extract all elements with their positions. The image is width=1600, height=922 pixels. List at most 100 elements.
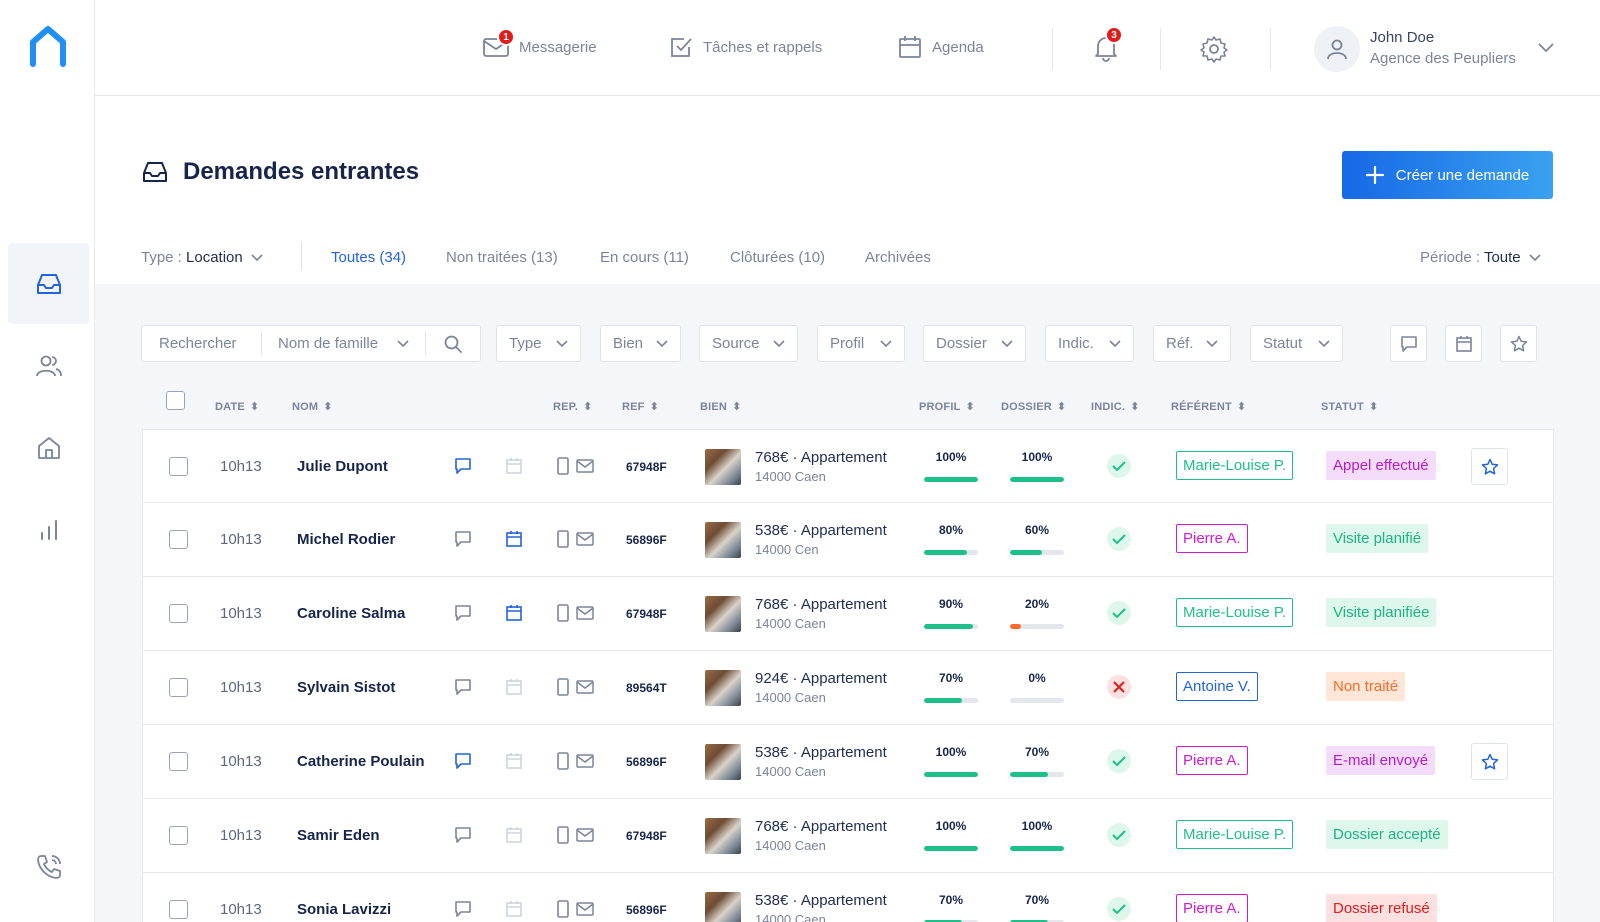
- search-button[interactable]: [426, 335, 480, 353]
- chevron-down-icon[interactable]: [1538, 43, 1554, 53]
- status-badge[interactable]: Dossier accepté: [1326, 820, 1448, 849]
- col-rep[interactable]: REP. ⬍: [553, 400, 592, 414]
- row-checkbox[interactable]: [169, 725, 188, 798]
- filter-dossier-dropdown[interactable]: Dossier: [923, 325, 1026, 362]
- comment-icon[interactable]: [454, 530, 472, 548]
- tab-toutes[interactable]: Toutes (34): [331, 249, 406, 266]
- row-name[interactable]: Sonia Lavizzi: [297, 873, 391, 922]
- sidebar-item-phone[interactable]: [8, 826, 89, 907]
- calendar-icon[interactable]: [505, 752, 523, 770]
- filter-statut-dropdown[interactable]: Statut: [1250, 325, 1343, 362]
- table-row[interactable]: 10h13 Samir Eden 67948F 768€ · Apparteme…: [142, 799, 1554, 873]
- tab-en-cours[interactable]: En cours (11): [600, 249, 689, 266]
- referent-chip[interactable]: Pierre A.: [1176, 524, 1248, 553]
- col-ref[interactable]: REF ⬍: [622, 400, 659, 414]
- col-profil[interactable]: PROFIL ⬍: [919, 400, 975, 414]
- avatar[interactable]: [1314, 26, 1360, 72]
- create-request-button[interactable]: Créer une demande: [1342, 151, 1553, 199]
- row-bien[interactable]: 924€ · Appartement 14000 Caen: [705, 651, 887, 724]
- type-filter[interactable]: Type : Location: [141, 249, 263, 266]
- referent-chip[interactable]: Pierre A.: [1176, 746, 1248, 775]
- mobile-icon[interactable]: [556, 530, 570, 548]
- app-logo[interactable]: [28, 24, 68, 68]
- sidebar-item-inbox[interactable]: [8, 243, 89, 324]
- col-bien[interactable]: BIEN ⬍: [700, 400, 742, 414]
- filter-type-dropdown[interactable]: Type: [496, 325, 581, 362]
- row-bien[interactable]: 768€ · Appartement 14000 Caen: [705, 430, 887, 503]
- calendar-icon[interactable]: [505, 604, 523, 622]
- search-field-select[interactable]: Nom de famille: [262, 332, 426, 355]
- calendar-icon[interactable]: [505, 678, 523, 696]
- nav-taches[interactable]: Tâches et rappels: [669, 33, 822, 61]
- row-bien[interactable]: 768€ · Appartement 14000 Caen: [705, 577, 887, 650]
- status-badge[interactable]: E-mail envoyé: [1326, 746, 1436, 775]
- mobile-icon[interactable]: [556, 604, 570, 622]
- mail-icon[interactable]: [576, 826, 594, 844]
- table-row[interactable]: 10h13 Sonia Lavizzi 56896F 538€ · Appart…: [142, 873, 1554, 922]
- mail-icon[interactable]: [576, 678, 594, 696]
- referent-chip[interactable]: Marie-Louise P.: [1176, 451, 1294, 480]
- sidebar-item-contacts[interactable]: [8, 325, 89, 406]
- filter-rf-dropdown[interactable]: Réf.: [1153, 325, 1231, 362]
- comment-icon[interactable]: [454, 457, 472, 475]
- favorite-button[interactable]: [1471, 743, 1508, 780]
- mobile-icon[interactable]: [556, 678, 570, 696]
- mail-icon[interactable]: [576, 604, 594, 622]
- row-name[interactable]: Samir Eden: [297, 799, 380, 872]
- col-dossier[interactable]: DOSSIER ⬍: [1001, 400, 1066, 414]
- status-badge[interactable]: Visite planifiée: [1326, 598, 1437, 627]
- settings-button[interactable]: [1200, 35, 1228, 68]
- filter-favorites-button[interactable]: [1500, 325, 1537, 362]
- row-checkbox[interactable]: [169, 430, 188, 503]
- sidebar-item-stats[interactable]: [8, 489, 89, 570]
- calendar-icon[interactable]: [505, 900, 523, 918]
- select-all-checkbox[interactable]: [166, 391, 185, 410]
- mail-icon[interactable]: [576, 457, 594, 475]
- mobile-icon[interactable]: [556, 826, 570, 844]
- tab-archivees[interactable]: Archivées: [865, 249, 931, 266]
- sidebar-item-properties[interactable]: [8, 407, 89, 488]
- status-badge[interactable]: Visite planifié: [1326, 524, 1429, 553]
- favorite-button[interactable]: [1471, 448, 1508, 485]
- row-bien[interactable]: 538€ · Appartement 14000 Cen: [705, 503, 887, 576]
- status-badge[interactable]: Non traité: [1326, 672, 1406, 701]
- table-row[interactable]: 10h13 Caroline Salma 67948F 768€ · Appar…: [142, 577, 1554, 651]
- mobile-icon[interactable]: [556, 752, 570, 770]
- filter-profil-dropdown[interactable]: Profil: [817, 325, 905, 362]
- mail-icon[interactable]: [576, 900, 594, 918]
- comment-icon[interactable]: [454, 826, 472, 844]
- row-checkbox[interactable]: [169, 503, 188, 576]
- mobile-icon[interactable]: [556, 900, 570, 918]
- comment-icon[interactable]: [454, 752, 472, 770]
- filter-calendar-button[interactable]: [1445, 325, 1482, 362]
- notifications-button[interactable]: 3: [1093, 26, 1123, 62]
- row-bien[interactable]: 768€ · Appartement 14000 Caen: [705, 799, 887, 872]
- row-checkbox[interactable]: [169, 873, 188, 922]
- status-badge[interactable]: Dossier refusé: [1326, 894, 1437, 922]
- tab-non-traitees[interactable]: Non traitées (13): [446, 249, 558, 266]
- col-date[interactable]: DATE ⬍: [215, 400, 259, 414]
- nav-messagerie[interactable]: 1 Messagerie: [483, 28, 597, 61]
- mail-icon[interactable]: [576, 530, 594, 548]
- row-name[interactable]: Julie Dupont: [297, 430, 388, 503]
- filter-bien-dropdown[interactable]: Bien: [600, 325, 681, 362]
- calendar-icon[interactable]: [505, 826, 523, 844]
- comment-icon[interactable]: [454, 900, 472, 918]
- row-name[interactable]: Sylvain Sistot: [297, 651, 395, 724]
- referent-chip[interactable]: Marie-Louise P.: [1176, 598, 1294, 627]
- calendar-icon[interactable]: [505, 530, 523, 548]
- filter-indic-dropdown[interactable]: Indic.: [1045, 325, 1134, 362]
- row-bien[interactable]: 538€ · Appartement 14000 Caen: [705, 873, 887, 922]
- filter-source-dropdown[interactable]: Source: [699, 325, 798, 362]
- mobile-icon[interactable]: [556, 457, 570, 475]
- row-name[interactable]: Catherine Poulain: [297, 725, 425, 798]
- table-row[interactable]: 10h13 Sylvain Sistot 89564T 924€ · Appar…: [142, 651, 1554, 725]
- row-checkbox[interactable]: [169, 651, 188, 724]
- col-referent[interactable]: RÉFÉRENT ⬍: [1171, 400, 1246, 414]
- comment-icon[interactable]: [454, 678, 472, 696]
- mail-icon[interactable]: [576, 752, 594, 770]
- col-indic[interactable]: INDIC. ⬍: [1091, 400, 1140, 414]
- row-bien[interactable]: 538€ · Appartement 14000 Caen: [705, 725, 887, 798]
- tab-cloturees[interactable]: Clôturées (10): [730, 249, 825, 266]
- row-checkbox[interactable]: [169, 577, 188, 650]
